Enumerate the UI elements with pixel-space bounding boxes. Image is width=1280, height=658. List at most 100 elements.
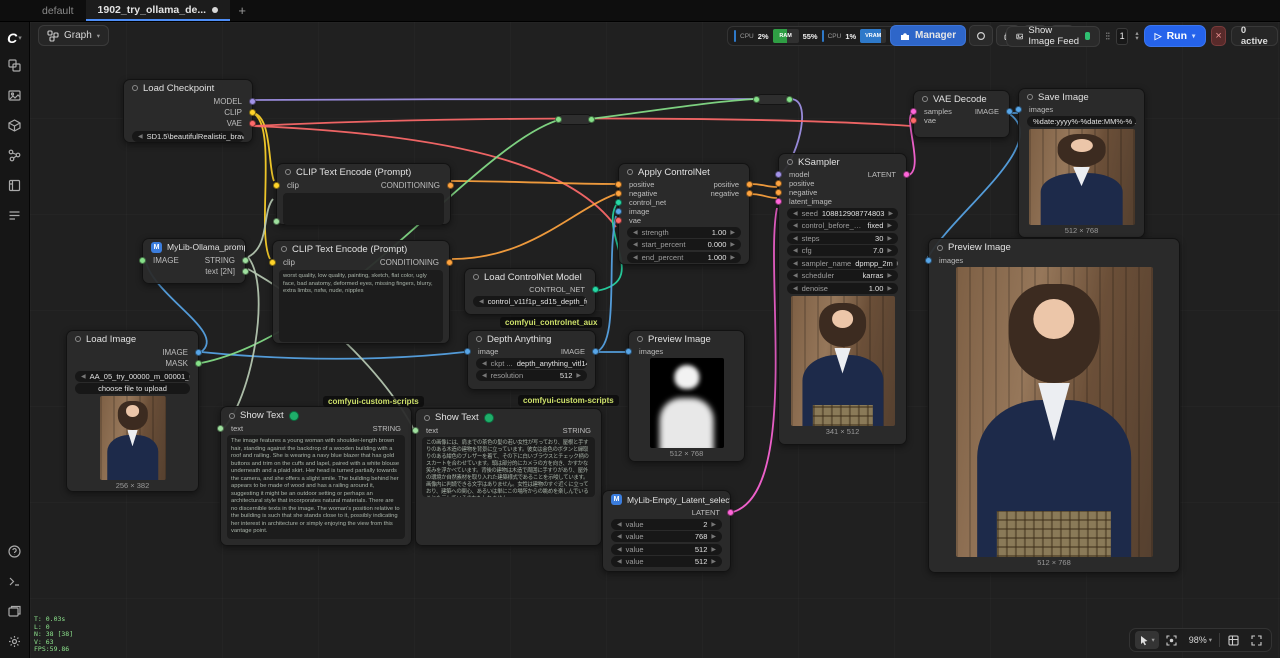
output-slot-latent[interactable]	[727, 509, 734, 516]
graph-canvas[interactable]: Load Checkpoint MODEL CLIP VAE ◀SD1.5\be…	[30, 22, 1280, 658]
combo-left-arrow-icon[interactable]: ◀	[617, 558, 622, 565]
ckpt-name-widget[interactable]: ◀SD1.5\beautifulRealistic_brav5_...▶	[132, 131, 244, 142]
combo-right-arrow-icon[interactable]: ▶	[711, 533, 716, 540]
sidebar-library-icon[interactable]	[4, 174, 26, 196]
combo-left-arrow-icon[interactable]: ◀	[793, 210, 798, 217]
collapse-icon[interactable]	[627, 169, 633, 175]
settings-gear-icon[interactable]	[4, 630, 26, 652]
combo-right-arrow-icon[interactable]: ▶	[887, 235, 892, 242]
graph-selector-button[interactable]: Graph ▾	[38, 25, 109, 46]
output-slot-vae[interactable]	[249, 120, 256, 127]
node-depth-anything[interactable]: Depth Anything image IMAGE ◀ckpt ...dept…	[467, 330, 596, 390]
resolution-widget[interactable]: ◀resolution512▶	[476, 370, 587, 381]
node-preview-depth[interactable]: Preview Image images 512 × 768	[628, 330, 745, 462]
node-preview-image[interactable]: Preview Image images 512 × 768	[928, 238, 1180, 573]
prompt-textarea[interactable]	[283, 193, 444, 225]
input-slot-negative[interactable]	[775, 189, 782, 196]
combo-left-arrow-icon[interactable]: ◀	[617, 546, 622, 553]
reroute-out-slot[interactable]	[588, 116, 595, 123]
sidebar-models-icon[interactable]	[4, 114, 26, 136]
input-slot-image[interactable]	[139, 257, 146, 264]
input-slot-text[interactable]	[273, 218, 280, 225]
tab-default[interactable]: default	[30, 0, 86, 21]
manager-circle-button[interactable]	[969, 25, 993, 46]
node-header[interactable]: VAE Decode	[914, 91, 1009, 107]
help-icon[interactable]	[4, 540, 26, 562]
node-ksampler[interactable]: KSampler model LATENT positive negative …	[778, 153, 907, 445]
combo-right-arrow-icon[interactable]: ▶	[711, 546, 716, 553]
reroute-node[interactable]	[558, 114, 592, 125]
node-load-image[interactable]: Load Image IMAGE MASK ◀AA_05_try_00000_m…	[66, 330, 199, 492]
node-header[interactable]: KSampler	[779, 154, 906, 170]
denoise-widget[interactable]: ◀denoise1.00▶	[787, 283, 898, 294]
seed-widget[interactable]: ◀seed108812908774803▶	[787, 208, 898, 219]
cfg-widget[interactable]: ◀cfg7.0▶	[787, 245, 898, 256]
strength-widget[interactable]: ◀strength1.00▶	[627, 227, 741, 238]
node-load-controlnet[interactable]: Load ControlNet Model CONTROL_NET ◀contr…	[464, 268, 596, 315]
output-slot-latent[interactable]	[903, 171, 910, 178]
combo-right-arrow-icon[interactable]: ▶	[887, 272, 892, 279]
input-slot-negative[interactable]	[615, 190, 622, 197]
input-slot-vae[interactable]	[910, 117, 917, 124]
node-header[interactable]: Preview Image	[629, 331, 744, 347]
input-slot-clip[interactable]	[269, 259, 276, 266]
combo-left-arrow-icon[interactable]: ◀	[633, 254, 638, 261]
combo-left-arrow-icon[interactable]: ◀	[482, 372, 487, 379]
terminal-icon[interactable]	[4, 570, 26, 592]
combo-right-arrow-icon[interactable]: ▶	[887, 247, 892, 254]
input-slot-positive[interactable]	[615, 181, 622, 188]
node-header[interactable]: Preview Image	[929, 239, 1179, 256]
sidebar-gallery-icon[interactable]	[4, 84, 26, 106]
input-slot-image[interactable]	[615, 208, 622, 215]
input-slot-text[interactable]	[217, 425, 224, 432]
input-slot-model[interactable]	[775, 171, 782, 178]
combo-right-arrow-icon[interactable]: ▶	[711, 558, 716, 565]
input-slot-clip[interactable]	[273, 182, 280, 189]
output-slot-mask[interactable]	[195, 360, 202, 367]
node-load-checkpoint[interactable]: Load Checkpoint MODEL CLIP VAE ◀SD1.5\be…	[123, 79, 253, 143]
output-slot-controlnet[interactable]	[592, 286, 599, 293]
end-percent-widget[interactable]: ◀end_percent1.000▶	[627, 252, 741, 263]
combo-left-arrow-icon[interactable]: ◀	[617, 533, 622, 540]
collapse-icon[interactable]	[424, 415, 430, 421]
output-slot-model[interactable]	[249, 98, 256, 105]
output-slot-string[interactable]	[242, 257, 249, 264]
chevron-down-icon[interactable]: ▾	[1151, 636, 1154, 644]
sampler-name-widget[interactable]: ◀sampler_namedpmpp_2m▶	[787, 258, 898, 269]
output-slot-image[interactable]	[592, 348, 599, 355]
collapse-icon[interactable]	[476, 336, 482, 342]
output-slot-conditioning[interactable]	[446, 259, 453, 266]
collapse-icon[interactable]	[1027, 94, 1033, 100]
reroute-node[interactable]	[756, 94, 790, 105]
collapse-icon[interactable]	[75, 336, 81, 342]
input-slot-text[interactable]	[412, 427, 419, 434]
scheduler-widget[interactable]: ◀schedulerkarras▶	[787, 270, 898, 281]
combo-right-arrow-icon[interactable]: ▶	[887, 222, 892, 229]
sidebar-nodes-icon[interactable]	[4, 144, 26, 166]
node-apply-controlnet[interactable]: Apply ControlNet positive positive negat…	[618, 163, 750, 265]
node-ollama-prompt[interactable]: MMyLib-Ollama_prompt... IMAGE STRING tex…	[142, 238, 246, 284]
combo-right-arrow-icon[interactable]: ▶	[897, 260, 898, 267]
node-clip-text-encode-positive[interactable]: CLIP Text Encode (Prompt) clip CONDITION…	[276, 163, 451, 225]
input-slot-vae[interactable]	[615, 217, 622, 224]
node-show-text-2[interactable]: Show Text text STRING この画像には、肩までの茶色の髪の若い…	[415, 408, 602, 546]
combo-right-arrow-icon[interactable]: ▶	[887, 285, 892, 292]
collapse-icon[interactable]	[922, 96, 928, 102]
output-slot-clip[interactable]	[249, 109, 256, 116]
manager-button[interactable]: Manager	[890, 25, 966, 46]
output-slot-image[interactable]	[195, 349, 202, 356]
node-header[interactable]: Load Checkpoint	[124, 80, 252, 96]
combo-left-arrow-icon[interactable]: ◀	[633, 241, 638, 248]
node-header[interactable]: MMyLib-Empty_Latent_select3	[603, 491, 730, 508]
node-save-image[interactable]: Save Image images %date:yyyy%-%date:MM%-…	[1018, 88, 1145, 238]
steps-widget[interactable]: ◀steps30▶	[787, 233, 898, 244]
output-slot-conditioning[interactable]	[447, 182, 454, 189]
combo-left-arrow-icon[interactable]: ◀	[793, 222, 798, 229]
templates-icon[interactable]	[4, 600, 26, 622]
prompt-textarea[interactable]: worst quality, low quality, painting, sk…	[279, 270, 443, 342]
upload-button[interactable]: choose file to upload	[75, 383, 190, 394]
node-show-text-1[interactable]: Show Text text STRING The image features…	[220, 406, 412, 546]
value-widget[interactable]: ◀value512▶	[611, 544, 722, 555]
input-slot-image[interactable]	[464, 348, 471, 355]
app-menu-button[interactable]: C ▾	[7, 30, 22, 46]
